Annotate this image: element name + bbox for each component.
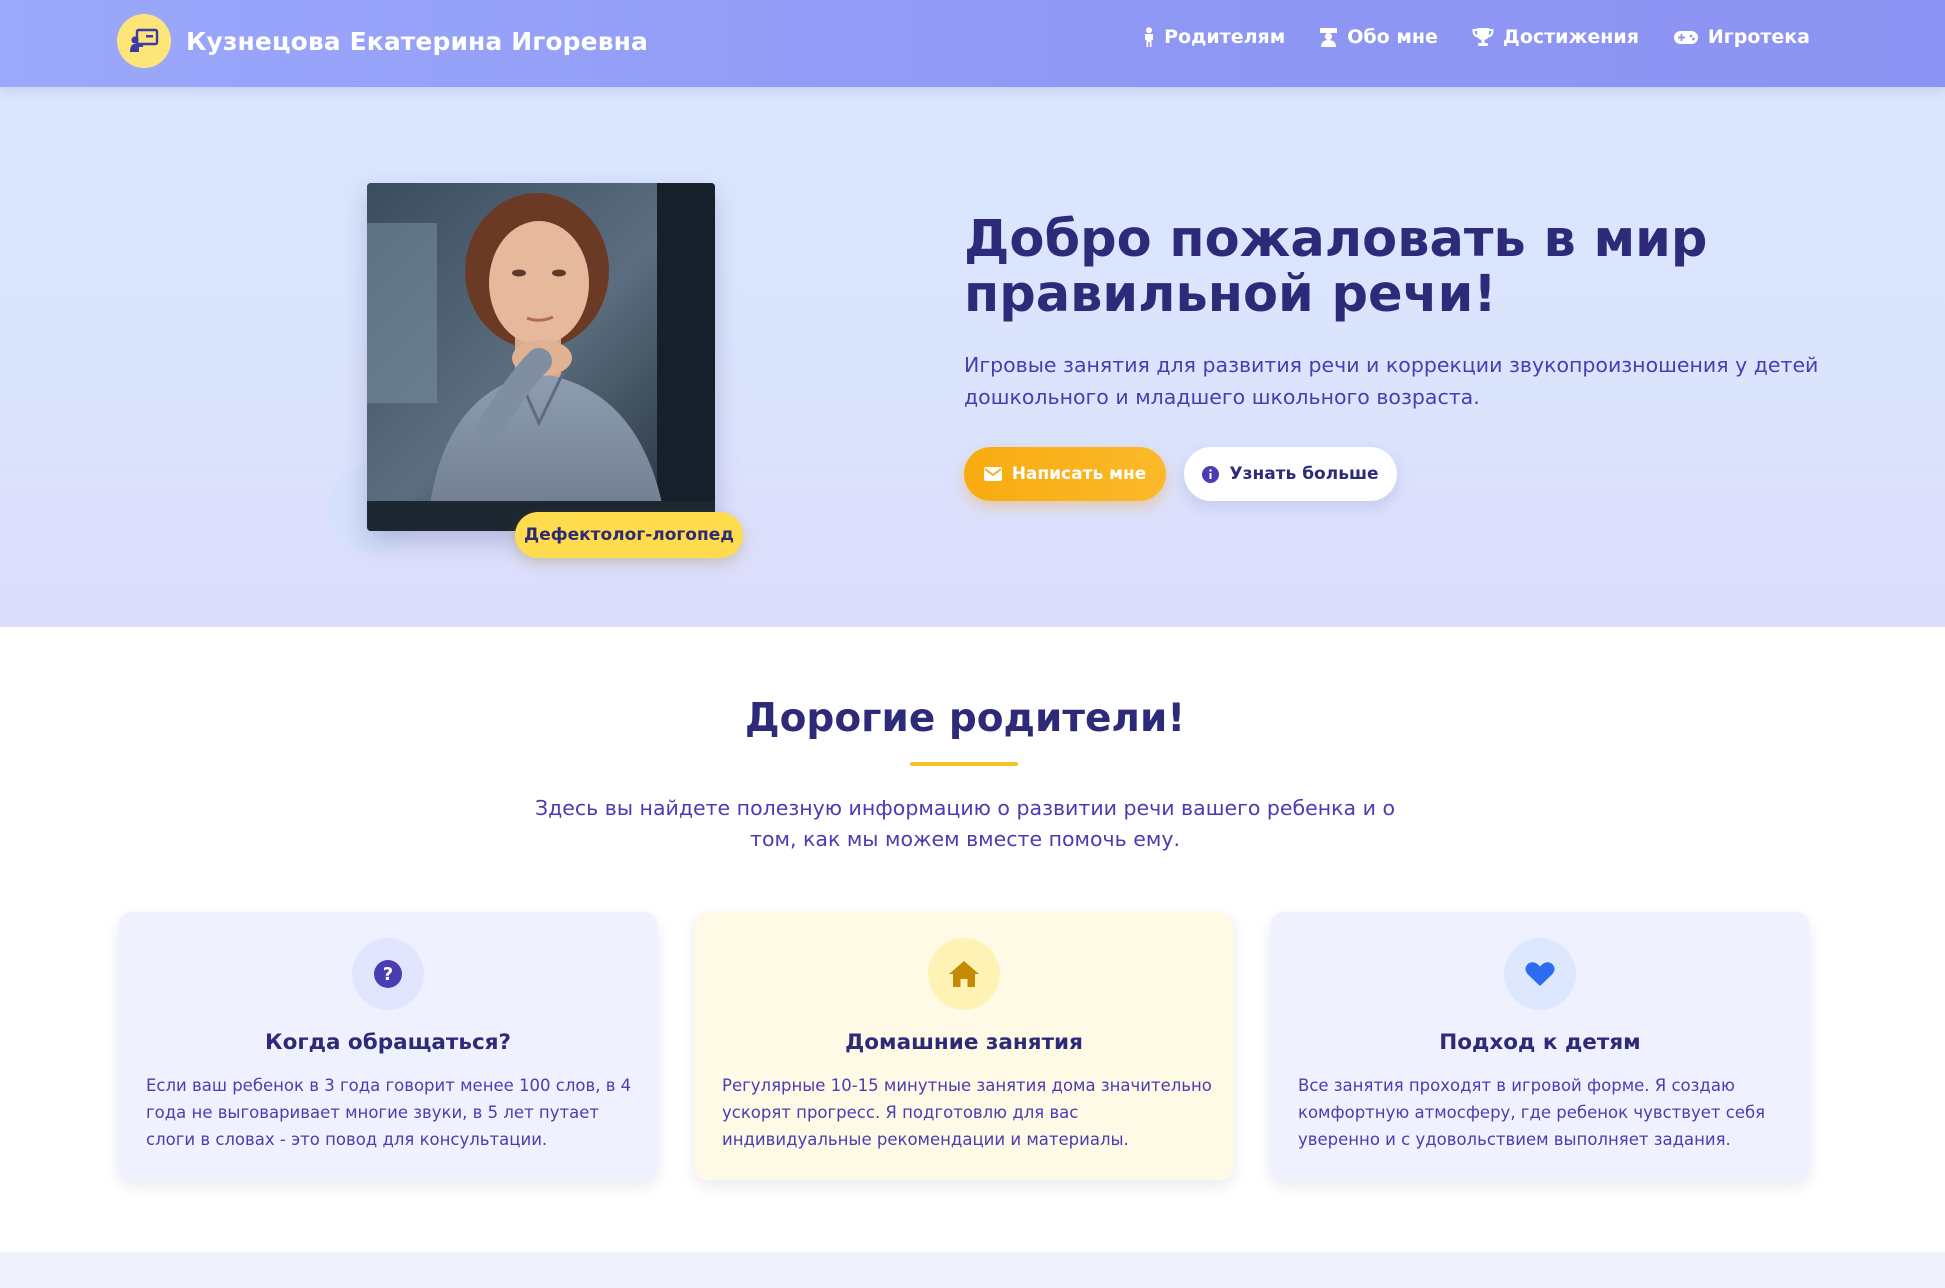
write-me-button[interactable]: Написать мне (964, 447, 1166, 501)
teacher-icon (1320, 28, 1338, 47)
nav-item-parents[interactable]: Родителям (1143, 26, 1285, 48)
main-nav: Родителям Обо мне Достижения Игротека (1109, 26, 1810, 48)
heart-icon (1504, 938, 1576, 1010)
nav-label-parents: Родителям (1164, 26, 1286, 48)
svg-text:?: ? (383, 964, 393, 985)
card-title: Домашние занятия (845, 1030, 1083, 1055)
title-underline (910, 762, 1018, 766)
nav-item-games[interactable]: Игротека (1673, 26, 1810, 48)
teacher-board-icon (117, 14, 171, 68)
info-icon (1202, 465, 1220, 483)
hero-subtitle: Игровые занятия для развития речи и корр… (964, 353, 1819, 409)
hero-title: Добро пожаловать в мир правильной речи! (964, 210, 1708, 324)
envelope-icon (983, 467, 1002, 481)
role-badge: Дефектолог-логопед (515, 512, 743, 558)
learn-more-button[interactable]: Узнать больше (1184, 447, 1397, 501)
nav-item-achievements[interactable]: Достижения (1472, 26, 1639, 48)
info-card-approach: Подход к детям Все занятия проходят в иг… (1270, 912, 1810, 1180)
next-section-edge (0, 1252, 1945, 1288)
card-title: Когда обращаться? (265, 1030, 511, 1055)
info-card-when: ? Когда обращаться? Если ваш ребенок в 3… (118, 912, 658, 1180)
info-card-home: Домашние занятия Регулярные 10-15 минутн… (694, 912, 1234, 1180)
child-icon (1145, 27, 1154, 47)
question-icon: ? (352, 938, 424, 1010)
nav-item-about[interactable]: Обо мне (1319, 26, 1438, 48)
write-me-label: Написать мне (1011, 464, 1147, 484)
nav-label-games: Игротека (1707, 26, 1810, 48)
learn-more-label: Узнать больше (1229, 464, 1379, 484)
card-title: Подход к детям (1439, 1030, 1641, 1055)
gamepad-icon (1673, 31, 1698, 44)
card-text: Если ваш ребенок в 3 года говорит менее … (146, 1076, 632, 1149)
site-header: Кузнецова Екатерина Игоревна Родителям О… (0, 0, 1945, 87)
brand-name: Кузнецова Екатерина Игоревна (186, 26, 648, 56)
trophy-icon (1472, 28, 1494, 46)
card-text: Все занятия проходят в игровой форме. Я … (1298, 1076, 1766, 1149)
nav-label-about: Обо мне (1347, 26, 1438, 48)
nav-label-achievements: Достижения (1502, 26, 1639, 48)
teacher-photo (367, 183, 715, 531)
card-text: Регулярные 10-15 минутные занятия дома з… (722, 1076, 1212, 1149)
home-icon (928, 938, 1000, 1010)
brand[interactable]: Кузнецова Екатерина Игоревна (117, 14, 648, 68)
parents-section-intro: Здесь вы найдете полезную информацию о р… (534, 796, 1396, 851)
parents-section-title: Дорогие родители! (744, 696, 1186, 741)
